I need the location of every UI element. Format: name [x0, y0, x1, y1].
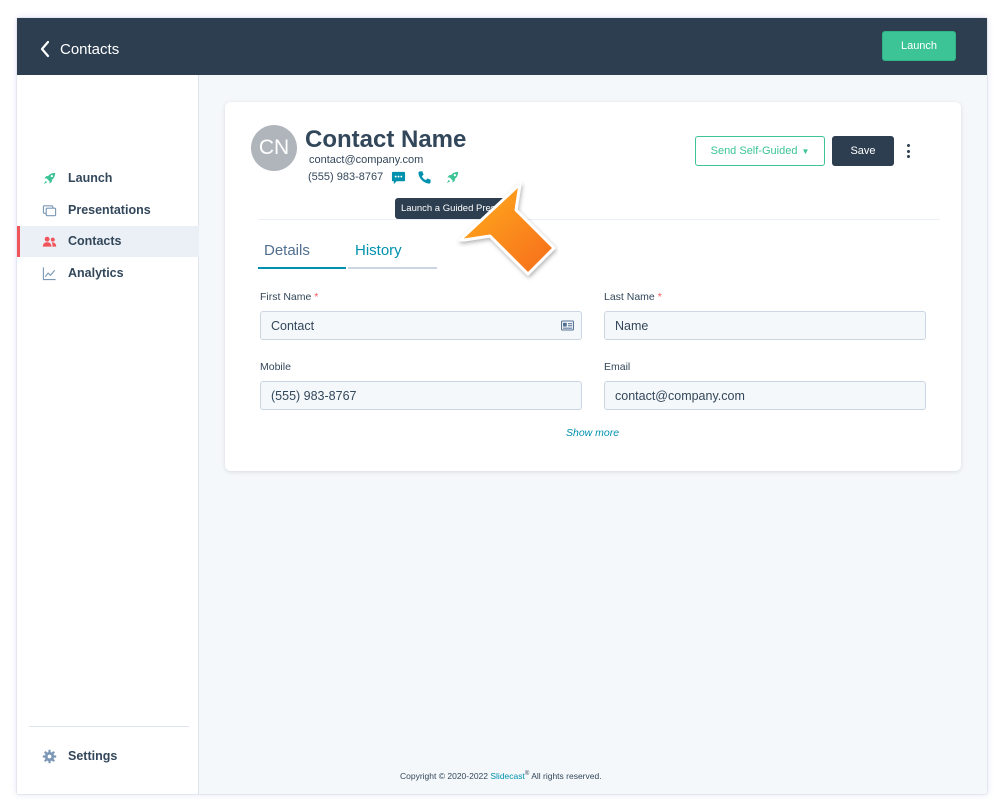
rocket-icon[interactable] — [445, 170, 460, 185]
last-name-field[interactable]: Name — [604, 311, 926, 340]
sidebar-item-label: Launch — [68, 171, 113, 185]
launch-guided-tooltip: Launch a Guided Presentation — [395, 198, 529, 219]
tab-details[interactable]: Details — [258, 242, 346, 269]
footer-brand-link[interactable]: Slidecast — [490, 771, 525, 781]
sidebar-divider — [29, 726, 189, 727]
sidebar-item-label: Analytics — [68, 266, 124, 280]
send-self-guided-button[interactable]: Send Self-Guided ▼ — [695, 136, 825, 166]
contact-name: Contact Name — [305, 126, 467, 153]
mobile-field[interactable]: (555) 983-8767 — [260, 381, 582, 410]
footer-copyright: Copyright © 2020-2022 Slidecast® All rig… — [400, 771, 602, 781]
tab-history[interactable]: History — [348, 242, 437, 269]
sidebar-item-label: Settings — [68, 749, 118, 763]
contact-card-icon — [561, 320, 574, 331]
contact-card: CN Contact Name contact@company.com (555… — [225, 102, 961, 471]
chevron-left-icon — [40, 40, 50, 58]
footer-prefix: Copyright © 2020-2022 — [400, 771, 491, 781]
last-name-label-text: Last Name — [604, 291, 655, 303]
caret-down-icon: ▼ — [801, 146, 810, 156]
required-marker: * — [314, 291, 319, 303]
first-name-value: Contact — [271, 318, 315, 333]
contact-email: contact@company.com — [309, 154, 424, 166]
footer-suffix: All rights reserved. — [529, 771, 602, 781]
first-name-label-text: First Name — [260, 291, 312, 303]
sidebar-item-presentations[interactable]: Presentations — [17, 195, 199, 226]
chart-icon — [42, 267, 56, 281]
send-self-guided-label: Send Self-Guided — [710, 145, 798, 157]
contact-phone: (555) 983-8767 — [308, 171, 384, 183]
first-name-label: First Name * — [260, 291, 318, 303]
people-icon — [42, 236, 57, 247]
phone-icon[interactable] — [417, 170, 432, 185]
mobile-value: (555) 983-8767 — [271, 388, 357, 403]
mobile-label: Mobile — [260, 361, 291, 373]
slides-icon — [42, 205, 57, 217]
last-name-value: Name — [615, 318, 649, 333]
email-field[interactable]: contact@company.com — [604, 381, 926, 410]
sidebar-item-contacts[interactable]: Contacts — [17, 226, 199, 257]
header-divider — [258, 219, 940, 220]
sidebar-item-launch[interactable]: Launch — [17, 163, 199, 194]
gear-icon — [42, 749, 57, 764]
more-options-icon[interactable] — [901, 140, 915, 162]
first-name-field[interactable]: Contact — [260, 311, 582, 340]
message-icon[interactable] — [391, 170, 406, 185]
show-more-link[interactable]: Show more — [566, 427, 619, 439]
email-label: Email — [604, 361, 631, 373]
sidebar: Launch Presentations Contacts Analytics … — [17, 75, 199, 794]
sidebar-item-label: Contacts — [68, 234, 122, 248]
app-window: Contacts Launch Launch Presentations Con… — [17, 18, 987, 794]
top-bar: Contacts Launch — [17, 18, 987, 75]
sidebar-item-settings[interactable]: Settings — [17, 741, 199, 772]
avatar: CN — [251, 125, 297, 171]
back-label: Contacts — [60, 40, 120, 58]
email-value: contact@company.com — [615, 388, 745, 403]
required-marker: * — [657, 291, 662, 303]
rocket-icon — [43, 172, 56, 185]
save-button[interactable]: Save — [832, 136, 894, 166]
launch-button[interactable]: Launch — [882, 31, 956, 61]
last-name-label: Last Name * — [604, 291, 662, 303]
sidebar-item-analytics[interactable]: Analytics — [17, 258, 199, 289]
back-to-contacts-link[interactable]: Contacts — [39, 38, 119, 60]
sidebar-item-label: Presentations — [68, 203, 151, 217]
